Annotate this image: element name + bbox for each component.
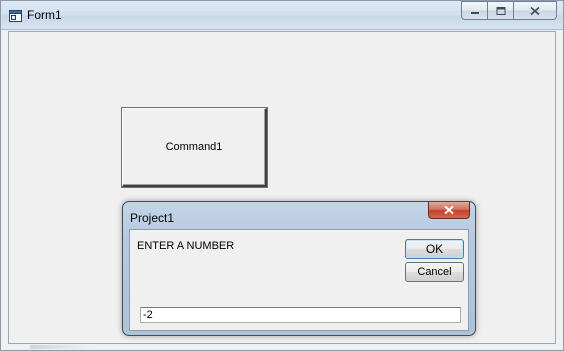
input-dialog: Project1 ENTER A NUMBER OK Cancel — [122, 201, 476, 336]
taskbar-shadow — [30, 345, 90, 349]
ok-button[interactable]: OK — [405, 239, 464, 259]
form1-titlebar[interactable]: Form1 — [1, 1, 563, 30]
dialog-prompt: ENTER A NUMBER — [137, 240, 235, 252]
cancel-button[interactable]: Cancel — [405, 262, 464, 282]
maximize-button[interactable] — [487, 1, 513, 20]
maximize-icon — [496, 6, 505, 15]
number-input[interactable] — [140, 307, 461, 323]
form-window-icon[interactable] — [9, 9, 22, 22]
close-icon — [444, 205, 454, 215]
minimize-icon — [470, 11, 479, 14]
window-title: Form1 — [27, 8, 62, 22]
dialog-title: Project1 — [130, 211, 175, 225]
caption-buttons — [461, 1, 557, 21]
close-button[interactable] — [513, 1, 557, 20]
command1-button[interactable]: Command1 — [122, 108, 267, 187]
minimize-button[interactable] — [461, 1, 487, 20]
dialog-body: ENTER A NUMBER OK Cancel — [129, 229, 469, 331]
close-icon — [530, 6, 540, 15]
dialog-close-button[interactable] — [428, 202, 470, 219]
